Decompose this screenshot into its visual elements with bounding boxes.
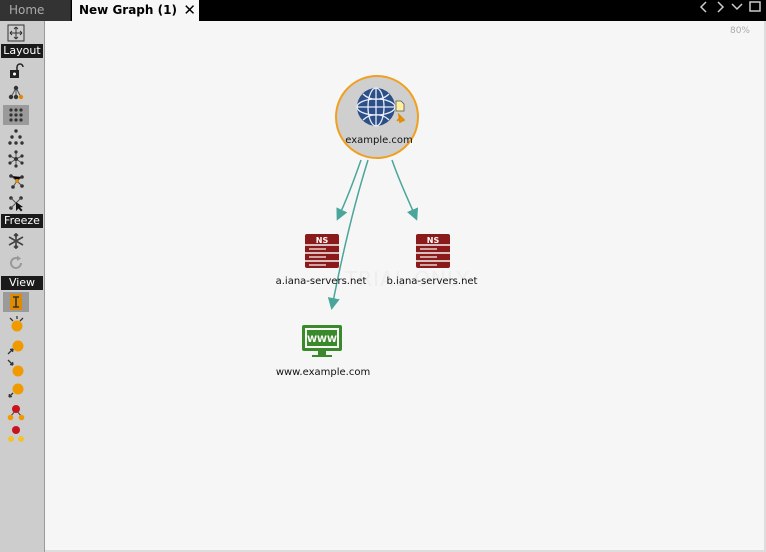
view-bidirectional-links-button[interactable] — [3, 380, 29, 400]
ns-server-icon: NS — [305, 234, 339, 268]
snowflake-icon — [8, 233, 24, 249]
node-b-iana-servers[interactable]: NS — [415, 233, 451, 269]
svg-text:NS: NS — [316, 236, 329, 245]
layout-interactive-button[interactable] — [3, 193, 29, 213]
block-layout-icon — [9, 108, 23, 122]
hierarchy-layout-icon — [8, 85, 24, 100]
svg-text:WWW: WWW — [307, 335, 337, 345]
freeze-button[interactable] — [3, 231, 29, 251]
edge-domain-to-ns-a[interactable] — [336, 159, 362, 221]
view-bubble-button[interactable] — [3, 402, 29, 422]
view-section-label: View — [1, 276, 43, 290]
refresh-layout-button[interactable] — [3, 253, 29, 273]
incoming-links-icon — [7, 340, 24, 355]
graph-canvas[interactable]: 80% TRIAL ONLY example.com NS a.iana-ser… — [45, 21, 766, 552]
ns-server-icon: NS — [416, 234, 450, 268]
tab-scroll-left-icon[interactable] — [698, 0, 710, 18]
fit-view-button[interactable] — [3, 23, 29, 43]
normal-view-icon — [10, 294, 22, 310]
node-example-com[interactable] — [334, 75, 422, 163]
node-a-iana-servers[interactable]: NS — [304, 233, 340, 269]
view-incoming-links-button[interactable] — [3, 336, 29, 356]
edge-domain-to-ns-b[interactable] — [391, 159, 419, 221]
layout-section-label: Layout — [1, 44, 43, 58]
tab-new-graph[interactable]: New Graph (1) ✕ — [72, 0, 199, 21]
radial-layout-icon — [8, 150, 24, 168]
layout-hierarchical-button[interactable] — [3, 83, 29, 103]
bidirectional-links-icon — [8, 383, 24, 398]
node-label-ns-a: a.iana-servers.net — [275, 276, 367, 287]
layout-organic-button[interactable] — [3, 171, 29, 191]
outgoing-links-icon — [7, 359, 24, 377]
tab-scroll-right-icon[interactable] — [714, 0, 726, 18]
layout-lock-button[interactable] — [3, 61, 29, 81]
layout-radial-button[interactable] — [3, 149, 29, 169]
unlock-icon — [10, 63, 24, 78]
bubble-view-icon — [7, 405, 25, 421]
layout-block-button[interactable] — [3, 105, 29, 125]
website-icon: WWW — [302, 325, 342, 357]
globe-icon — [335, 75, 419, 159]
layout-tree-button[interactable] — [3, 127, 29, 147]
view-outgoing-links-button[interactable] — [3, 358, 29, 378]
node-label-www: www.example.com — [275, 367, 371, 378]
interactive-layout-icon — [9, 196, 23, 212]
view-entity-type-button[interactable] — [3, 424, 29, 444]
node-label-ns-b: b.iana-servers.net — [386, 276, 478, 287]
organic-layout-icon — [9, 174, 24, 189]
tree-layout-icon — [8, 129, 24, 145]
close-tab-icon[interactable]: ✕ — [183, 0, 196, 21]
tab-new-graph-label: New Graph (1) — [79, 3, 177, 17]
tab-bar: Home New Graph (1) ✕ — [0, 0, 766, 21]
entity-type-view-icon — [8, 426, 24, 442]
node-www-example-com[interactable]: WWW — [301, 324, 343, 358]
freeze-section-label: Freeze — [1, 214, 43, 228]
view-ranked-links-button[interactable] — [3, 314, 29, 334]
tab-home[interactable]: Home — [0, 0, 71, 21]
tab-list-chevron-down-icon[interactable] — [730, 0, 744, 18]
view-normal-button[interactable] — [3, 292, 29, 312]
move-arrows-icon — [7, 24, 25, 42]
ranked-node-icon — [9, 316, 24, 332]
node-label-example-com: example.com — [345, 135, 413, 146]
graph-tools-sidebar: Layout Freeze View — [0, 21, 45, 552]
refresh-icon — [10, 255, 22, 269]
maximize-icon[interactable] — [748, 0, 762, 18]
svg-text:NS: NS — [427, 236, 440, 245]
